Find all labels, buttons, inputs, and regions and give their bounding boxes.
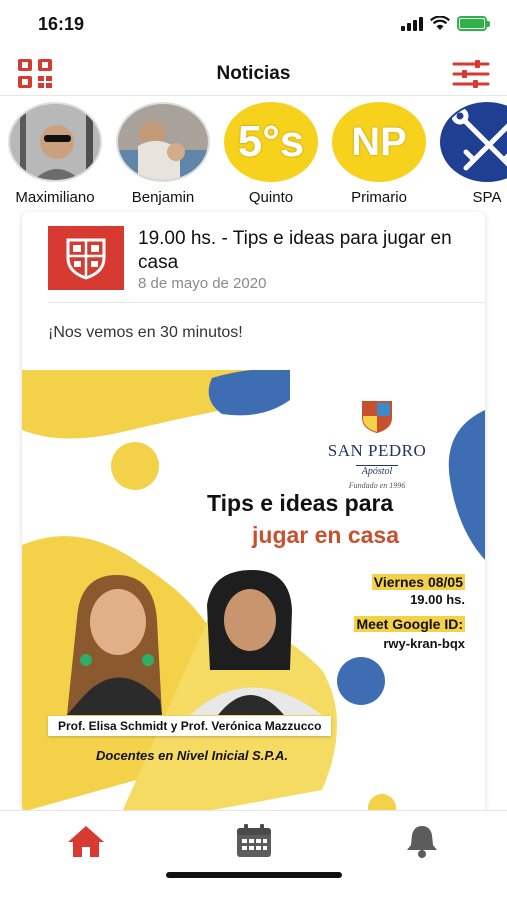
signal-icon	[401, 16, 423, 31]
crest-icon	[362, 401, 392, 434]
meet-label: Meet Google ID:	[354, 616, 465, 632]
school-logo	[48, 226, 124, 290]
story-maximiliano[interactable]: Maximiliano	[5, 102, 105, 206]
nav-notifications[interactable]	[402, 823, 442, 859]
story-label: SPA	[472, 189, 502, 206]
news-card[interactable]: 19.00 hs. - Tips e ideas para jugar en c…	[22, 212, 485, 812]
calendar-icon	[237, 824, 271, 857]
avatar	[116, 102, 210, 182]
teachers-names: Prof. Elisa Schmidt y Prof. Verónica Maz…	[48, 716, 332, 736]
keys-icon	[451, 107, 507, 171]
teachers-role: Docentes en Nivel Inicial S.P.A.	[96, 748, 288, 763]
filter-sliders-icon	[452, 60, 490, 88]
shield-icon	[66, 238, 106, 280]
divider	[48, 302, 485, 303]
brand-logo: SAN PEDRO Apóstol Fundado en 1996	[322, 400, 432, 490]
wifi-icon	[430, 16, 450, 30]
avatar: NP	[332, 102, 426, 182]
filter-button[interactable]	[451, 59, 491, 89]
brand-name: SAN PEDRO	[327, 441, 427, 460]
page-title: Noticias	[216, 63, 291, 84]
meet-id: rwy-kran-bqx	[383, 636, 465, 651]
avatar	[440, 102, 507, 182]
story-primario[interactable]: NP Primario	[329, 102, 429, 206]
story-label: Benjamin	[131, 189, 195, 206]
event-time: 19.00 hs.	[410, 592, 465, 607]
event-day: Viernes 08/05	[371, 574, 465, 590]
status-icons	[401, 16, 490, 31]
story-label: Primario	[351, 189, 407, 206]
app-header: Noticias	[0, 52, 507, 96]
post-image[interactable]: SAN PEDRO Apóstol Fundado en 1996 Tips e…	[22, 370, 485, 812]
badge-text: NP	[351, 119, 407, 164]
avatar: 5°s	[224, 102, 318, 182]
status-time: 16:19	[38, 14, 85, 34]
poster-title-line2: jugar en casa	[252, 522, 400, 548]
poster-title-line1: Tips e ideas para	[207, 490, 394, 516]
nav-home[interactable]	[66, 823, 106, 859]
bell-icon	[407, 826, 437, 858]
avatar	[8, 102, 102, 182]
story-quinto[interactable]: 5°s Quinto	[221, 102, 321, 206]
post-date: 8 de mayo de 2020	[138, 275, 267, 292]
bottom-nav	[0, 810, 507, 900]
badge-text: 5°s	[237, 117, 305, 166]
post-title: 19.00 hs. - Tips e ideas para jugar en c…	[138, 228, 452, 273]
story-benjamin[interactable]: Benjamin	[113, 102, 213, 206]
home-icon	[68, 826, 104, 857]
story-label: Maximiliano	[15, 189, 95, 206]
nav-calendar[interactable]	[234, 823, 274, 859]
home-indicator	[166, 872, 342, 878]
stories-row: Maximiliano Benjamin 5°s Quinto NP Prima…	[0, 100, 507, 208]
battery-icon	[457, 16, 490, 31]
post-body: ¡Nos vemos en 30 minutos!	[48, 324, 243, 341]
brand-founded: Fundado en 1996	[348, 481, 406, 490]
story-label: Quinto	[248, 189, 294, 206]
status-bar: 16:19	[0, 0, 507, 50]
story-spa[interactable]: SPA	[437, 102, 507, 206]
brand-sub: Apóstol	[355, 465, 399, 477]
